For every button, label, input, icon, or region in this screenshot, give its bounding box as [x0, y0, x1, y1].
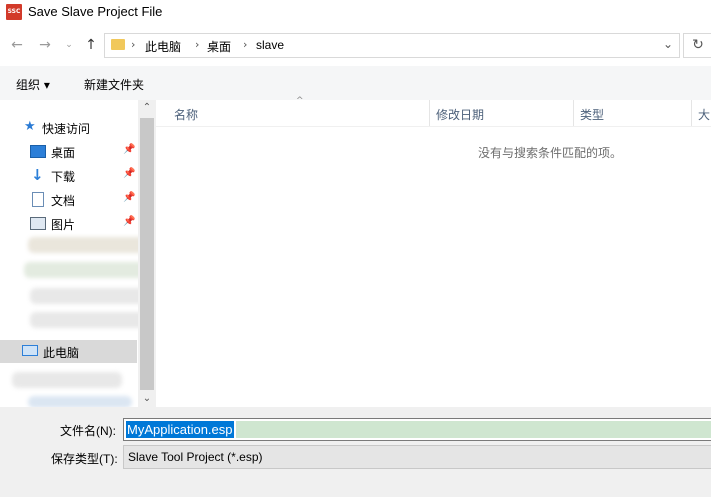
pin-icon: 📌 — [123, 216, 136, 227]
document-icon — [32, 192, 44, 207]
column-divider[interactable] — [429, 100, 430, 126]
refresh-icon[interactable]: ↻ — [683, 33, 711, 58]
file-list: ^ 名称 修改日期 类型 大 没有与搜索条件匹配的项。 — [156, 96, 711, 407]
sidebar-item-label: 图片 — [51, 218, 76, 232]
toolbar: 组织 ▾ 新建文件夹 — [0, 66, 711, 101]
redacted-item — [12, 372, 122, 388]
scroll-up-icon[interactable]: ⌃ — [138, 100, 156, 116]
column-size[interactable]: 大 — [698, 106, 710, 123]
breadcrumb-this-pc[interactable]: 此电脑 — [145, 38, 181, 55]
vertical-scrollbar[interactable]: ⌃ ⌄ — [138, 100, 156, 407]
sidebar-item-label: 桌面 — [51, 146, 76, 160]
sidebar-item-pictures[interactable]: 图片 📌 — [0, 212, 138, 236]
filename-input[interactable]: MyApplication.esp — [123, 418, 711, 441]
picture-icon — [30, 217, 46, 230]
pin-icon: 📌 — [123, 144, 136, 155]
column-divider[interactable] — [573, 100, 574, 126]
chevron-right-icon[interactable]: › — [131, 38, 135, 51]
chevron-right-icon[interactable]: › — [243, 38, 247, 51]
column-name[interactable]: 名称 — [174, 106, 198, 123]
pin-icon: 📌 — [123, 192, 136, 203]
breadcrumb-desktop[interactable]: 桌面 — [207, 38, 231, 55]
redacted-item — [28, 396, 132, 407]
sidebar-item-label: 此电脑 — [43, 346, 80, 360]
sidebar-item-quick-access[interactable]: ★ 快速访问 — [0, 116, 138, 140]
filetype-value: Slave Tool Project (*.esp) — [128, 450, 263, 464]
breadcrumb-slave[interactable]: slave — [256, 38, 284, 52]
back-arrow-icon[interactable]: ← — [8, 36, 26, 54]
filename-value[interactable]: MyApplication.esp — [126, 421, 234, 438]
sidebar-item-label: 快速访问 — [42, 122, 91, 136]
address-bar[interactable]: › 此电脑 › 桌面 › slave ⌄ — [104, 33, 680, 58]
empty-message: 没有与搜索条件匹配的项。 — [478, 146, 623, 160]
save-options-panel: 文件名(N): MyApplication.esp 保存类型(T): Slave… — [0, 407, 711, 497]
address-dropdown-icon[interactable]: ⌄ — [663, 37, 673, 51]
sidebar-item-documents[interactable]: 文档 📌 — [0, 188, 138, 212]
column-divider[interactable] — [691, 100, 692, 126]
redacted-item — [28, 237, 156, 253]
new-folder-button[interactable]: 新建文件夹 — [84, 76, 144, 93]
folder-icon — [111, 39, 125, 50]
column-date-modified[interactable]: 修改日期 — [436, 106, 484, 123]
filetype-select[interactable]: Slave Tool Project (*.esp) — [123, 445, 711, 469]
sort-ascending-icon: ^ — [296, 96, 304, 106]
pin-icon: 📌 — [123, 168, 136, 179]
desktop-icon — [30, 145, 46, 158]
navigation-pane: ★ 快速访问 桌面 📌 ↓ 下载 📌 文档 📌 图片 📌 此电脑 — [0, 100, 156, 407]
computer-icon — [22, 345, 38, 356]
window-title: Save Slave Project File — [28, 4, 163, 19]
organize-button[interactable]: 组织 ▾ — [16, 76, 50, 93]
title-bar: SSC Save Slave Project File — [0, 0, 711, 26]
redacted-item — [24, 262, 156, 278]
download-icon: ↓ — [31, 166, 44, 184]
address-row: ← → ⌄ ↑ › 此电脑 › 桌面 › slave ⌄ ↻ — [0, 26, 711, 66]
app-icon: SSC — [6, 4, 22, 20]
chevron-down-icon[interactable]: ⌄ — [60, 36, 78, 54]
filename-label: 文件名(N): — [60, 424, 116, 438]
sidebar-item-downloads[interactable]: ↓ 下载 📌 — [0, 164, 138, 188]
filename-input-fill — [236, 421, 711, 438]
sidebar-item-label: 文档 — [51, 194, 76, 208]
scroll-down-icon[interactable]: ⌄ — [138, 391, 156, 407]
sidebar-item-label: 下载 — [51, 170, 76, 184]
chevron-right-icon[interactable]: › — [195, 38, 199, 51]
up-arrow-icon[interactable]: ↑ — [82, 36, 100, 54]
filetype-label: 保存类型(T): — [51, 452, 118, 466]
scrollbar-thumb[interactable] — [140, 118, 154, 390]
star-icon: ★ — [24, 119, 36, 134]
column-header: ^ 名称 修改日期 类型 大 — [156, 96, 711, 127]
sidebar-item-desktop[interactable]: 桌面 📌 — [0, 140, 138, 164]
sidebar-item-this-pc[interactable]: 此电脑 — [0, 340, 137, 363]
forward-arrow-icon[interactable]: → — [36, 36, 54, 54]
column-type[interactable]: 类型 — [580, 106, 604, 123]
